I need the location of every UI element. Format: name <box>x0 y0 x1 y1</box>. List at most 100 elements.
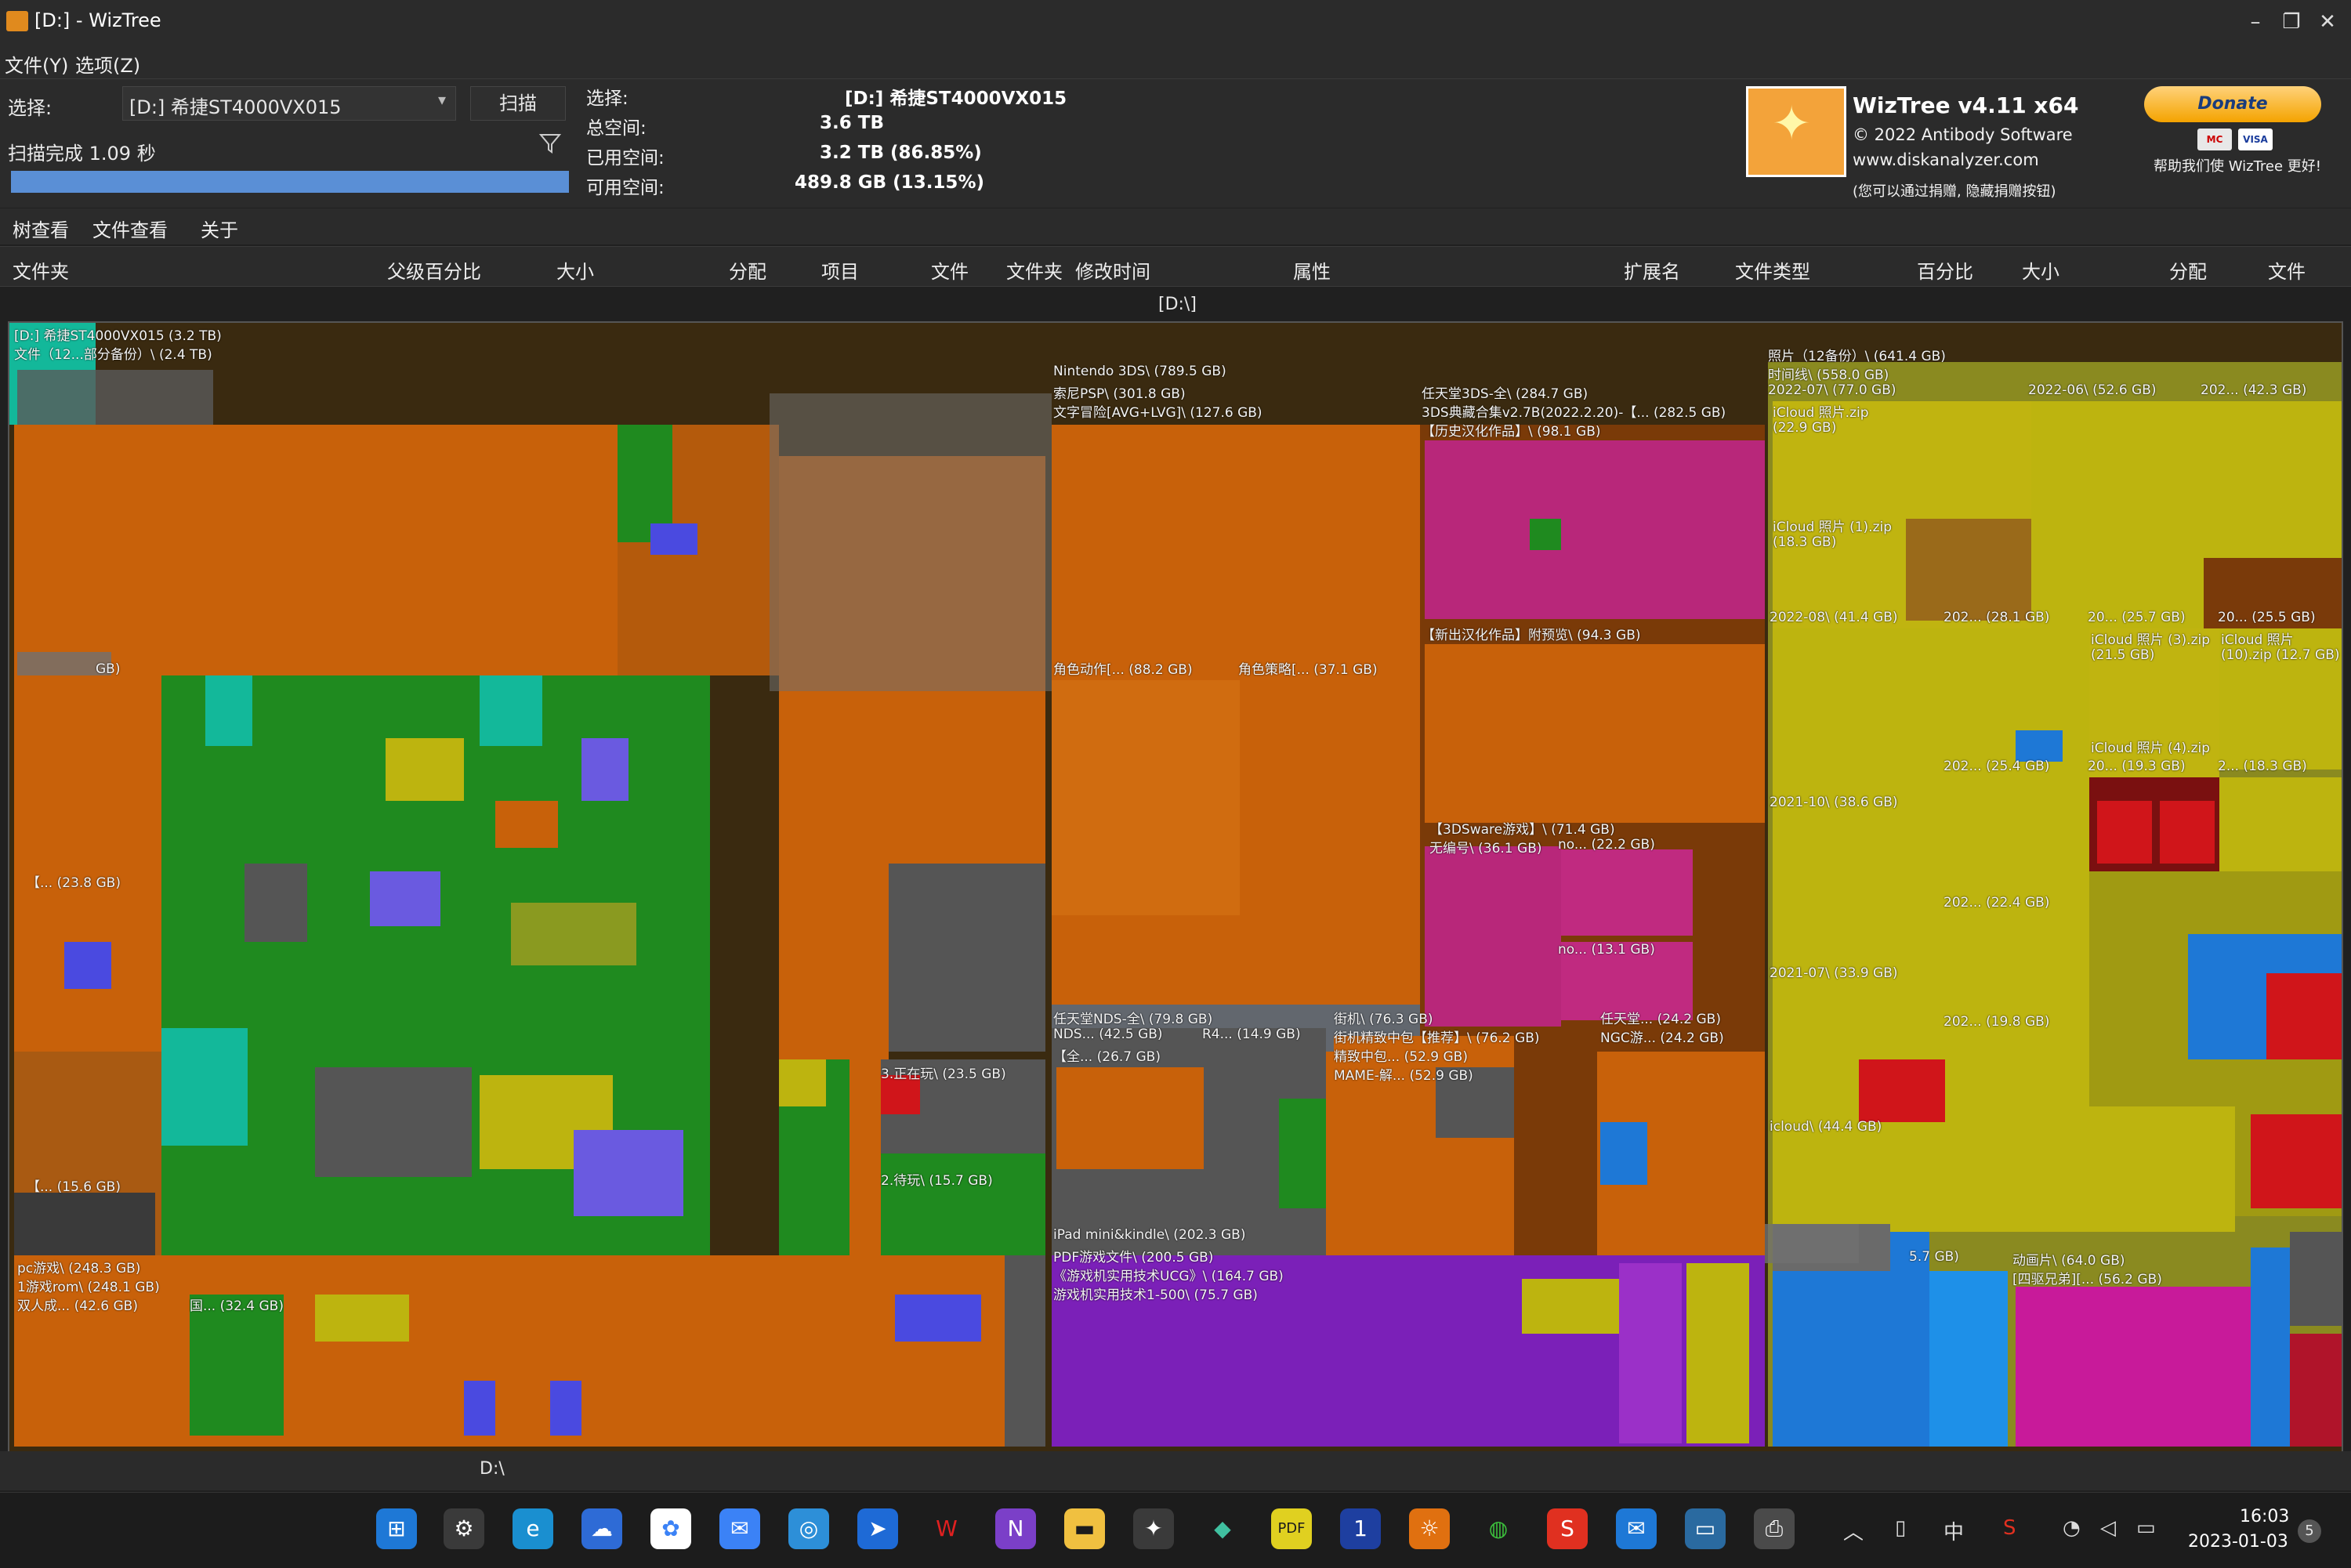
onenote-icon[interactable]: N <box>995 1508 1036 1549</box>
treemap-block[interactable] <box>2266 973 2342 1059</box>
wiztree-taskbar-icon[interactable]: ✦ <box>1133 1508 1174 1549</box>
treemap-block[interactable] <box>205 675 252 746</box>
treemap-block[interactable] <box>386 738 464 801</box>
treemap-block[interactable] <box>574 1130 683 1216</box>
filter-icon[interactable] <box>534 130 566 158</box>
treemap-block[interactable] <box>370 871 440 926</box>
usb-icon[interactable]: ▯ <box>1895 1516 1906 1540</box>
treemap[interactable]: [D:] 希捷ST4000VX015 (3.2 TB) 文件（12...部分备份… <box>8 321 2343 1453</box>
wifi-icon[interactable]: ◔ <box>2063 1516 2081 1540</box>
treemap-block[interactable] <box>1906 519 2031 621</box>
treemap-block[interactable] <box>2290 1334 2342 1447</box>
treemap-block[interactable] <box>64 942 111 989</box>
browser-icon[interactable]: ➤ <box>857 1508 898 1549</box>
treemap-block[interactable] <box>2219 777 2342 871</box>
treemap-block[interactable] <box>1522 1279 1627 1334</box>
treemap-block[interactable] <box>2251 1114 2342 1208</box>
password-icon[interactable]: 1 <box>1340 1508 1381 1549</box>
menu-file[interactable]: 文件(Y) <box>5 50 68 78</box>
col-file-type[interactable]: 文件类型 <box>1735 256 1810 284</box>
treemap-block[interactable] <box>1619 1263 1682 1443</box>
drive-select[interactable]: [D:] 希捷ST4000VX015 ▾ <box>122 86 456 121</box>
chat-app-icon[interactable]: ◎ <box>788 1508 829 1549</box>
treemap-block[interactable] <box>895 1295 981 1342</box>
col-size[interactable]: 大小 <box>556 256 594 284</box>
treemap-block[interactable] <box>480 675 542 746</box>
col-modified[interactable]: 修改时间 <box>1075 256 1150 284</box>
mail-app-icon[interactable]: ✉ <box>719 1508 760 1549</box>
treemap-block[interactable] <box>1773 1130 2089 1232</box>
treemap-block[interactable] <box>2097 801 2152 864</box>
treemap-block[interactable] <box>650 523 697 555</box>
printer-icon[interactable]: ⎙ <box>1754 1508 1795 1549</box>
app-icon-diamond[interactable]: ◆ <box>1202 1508 1243 1549</box>
col-items[interactable]: 项目 <box>821 256 859 284</box>
treemap-block[interactable] <box>14 1193 155 1255</box>
treemap-block[interactable] <box>1773 801 1945 973</box>
treemap-block[interactable] <box>1052 680 1240 915</box>
col-allocated[interactable]: 分配 <box>729 256 766 284</box>
col-size-right[interactable]: 大小 <box>2022 256 2059 284</box>
scan-button[interactable]: 扫描 <box>470 86 566 121</box>
photos-icon[interactable]: ✿ <box>650 1508 691 1549</box>
treemap-block[interactable] <box>2016 1287 2251 1447</box>
col-parent-percent[interactable]: 父级百分比 <box>387 256 481 284</box>
treemap-block[interactable] <box>2089 1106 2235 1232</box>
minimize-button[interactable]: – <box>2240 8 2271 36</box>
volume-icon[interactable]: ◁ <box>2100 1516 2116 1540</box>
col-percent[interactable]: 百分比 <box>1917 256 1973 284</box>
notification-badge[interactable]: 5 <box>2298 1519 2321 1543</box>
treemap-block[interactable] <box>315 1067 472 1177</box>
explorer-icon[interactable]: ▬ <box>1064 1508 1105 1549</box>
treemap-block[interactable] <box>1561 849 1693 936</box>
treemap-block[interactable] <box>2251 1248 2290 1447</box>
close-button[interactable]: ✕ <box>2312 8 2343 36</box>
treemap-block[interactable] <box>245 864 307 942</box>
col-attributes[interactable]: 属性 <box>1293 256 1331 284</box>
tab-file-view[interactable]: 文件查看 <box>92 215 168 242</box>
treemap-block[interactable] <box>1425 846 1561 1027</box>
menu-options[interactable]: 选项(Z) <box>75 50 140 78</box>
wps-icon[interactable]: W <box>926 1508 967 1549</box>
treemap-block[interactable] <box>1425 644 1765 823</box>
ime-indicator[interactable]: 中 <box>1943 1516 1964 1545</box>
treemap-block[interactable] <box>464 1381 495 1436</box>
treemap-block[interactable] <box>14 675 161 895</box>
battery-icon[interactable]: ▭ <box>2136 1516 2156 1540</box>
col-folder[interactable]: 文件夹 <box>13 256 69 284</box>
treemap-block[interactable] <box>1929 1271 2008 1447</box>
col-allocated-right[interactable]: 分配 <box>2169 256 2207 284</box>
col-files[interactable]: 文件 <box>931 256 969 284</box>
onedrive-icon[interactable]: ☁ <box>581 1508 622 1549</box>
sogou-icon[interactable]: S <box>1547 1508 1588 1549</box>
col-extension[interactable]: 扩展名 <box>1624 256 1680 284</box>
treemap-block[interactable] <box>1600 1122 1647 1185</box>
treemap-block[interactable] <box>495 801 558 848</box>
settings-icon[interactable]: ⚙ <box>444 1508 484 1549</box>
treemap-block[interactable] <box>14 425 618 675</box>
treemap-block[interactable] <box>1859 1059 1945 1122</box>
wechat-icon[interactable]: ◍ <box>1478 1508 1519 1549</box>
treemap-block[interactable] <box>1773 628 1945 801</box>
treemap-block[interactable] <box>511 903 636 965</box>
treemap-block[interactable] <box>190 1295 284 1436</box>
treemap-block[interactable] <box>315 1295 409 1342</box>
col-files-right[interactable]: 文件 <box>2268 256 2306 284</box>
treemap-block[interactable] <box>2016 730 2063 762</box>
treemap-block[interactable] <box>889 864 1045 934</box>
treemap-block[interactable] <box>14 1255 1045 1447</box>
treemap-block[interactable] <box>1530 519 1561 550</box>
treemap-block[interactable] <box>1425 440 1765 619</box>
treemap-block[interactable] <box>779 1059 826 1106</box>
col-folders[interactable]: 文件夹 <box>1006 256 1063 284</box>
treemap-block[interactable] <box>1945 1044 2089 1130</box>
clock-date[interactable]: 2023-01-03 <box>2188 1532 2288 1552</box>
treemap-block[interactable] <box>1279 1099 1326 1208</box>
treemap-block[interactable] <box>1005 1255 1045 1447</box>
treemap-block[interactable] <box>550 1381 581 1436</box>
treemap-block[interactable] <box>1056 1067 1204 1169</box>
treemap-block[interactable] <box>581 738 629 801</box>
start-icon[interactable]: ⊞ <box>376 1508 417 1549</box>
treemap-block[interactable] <box>2160 801 2215 864</box>
chevron-up-icon[interactable]: ︿ <box>1843 1516 1864 1545</box>
